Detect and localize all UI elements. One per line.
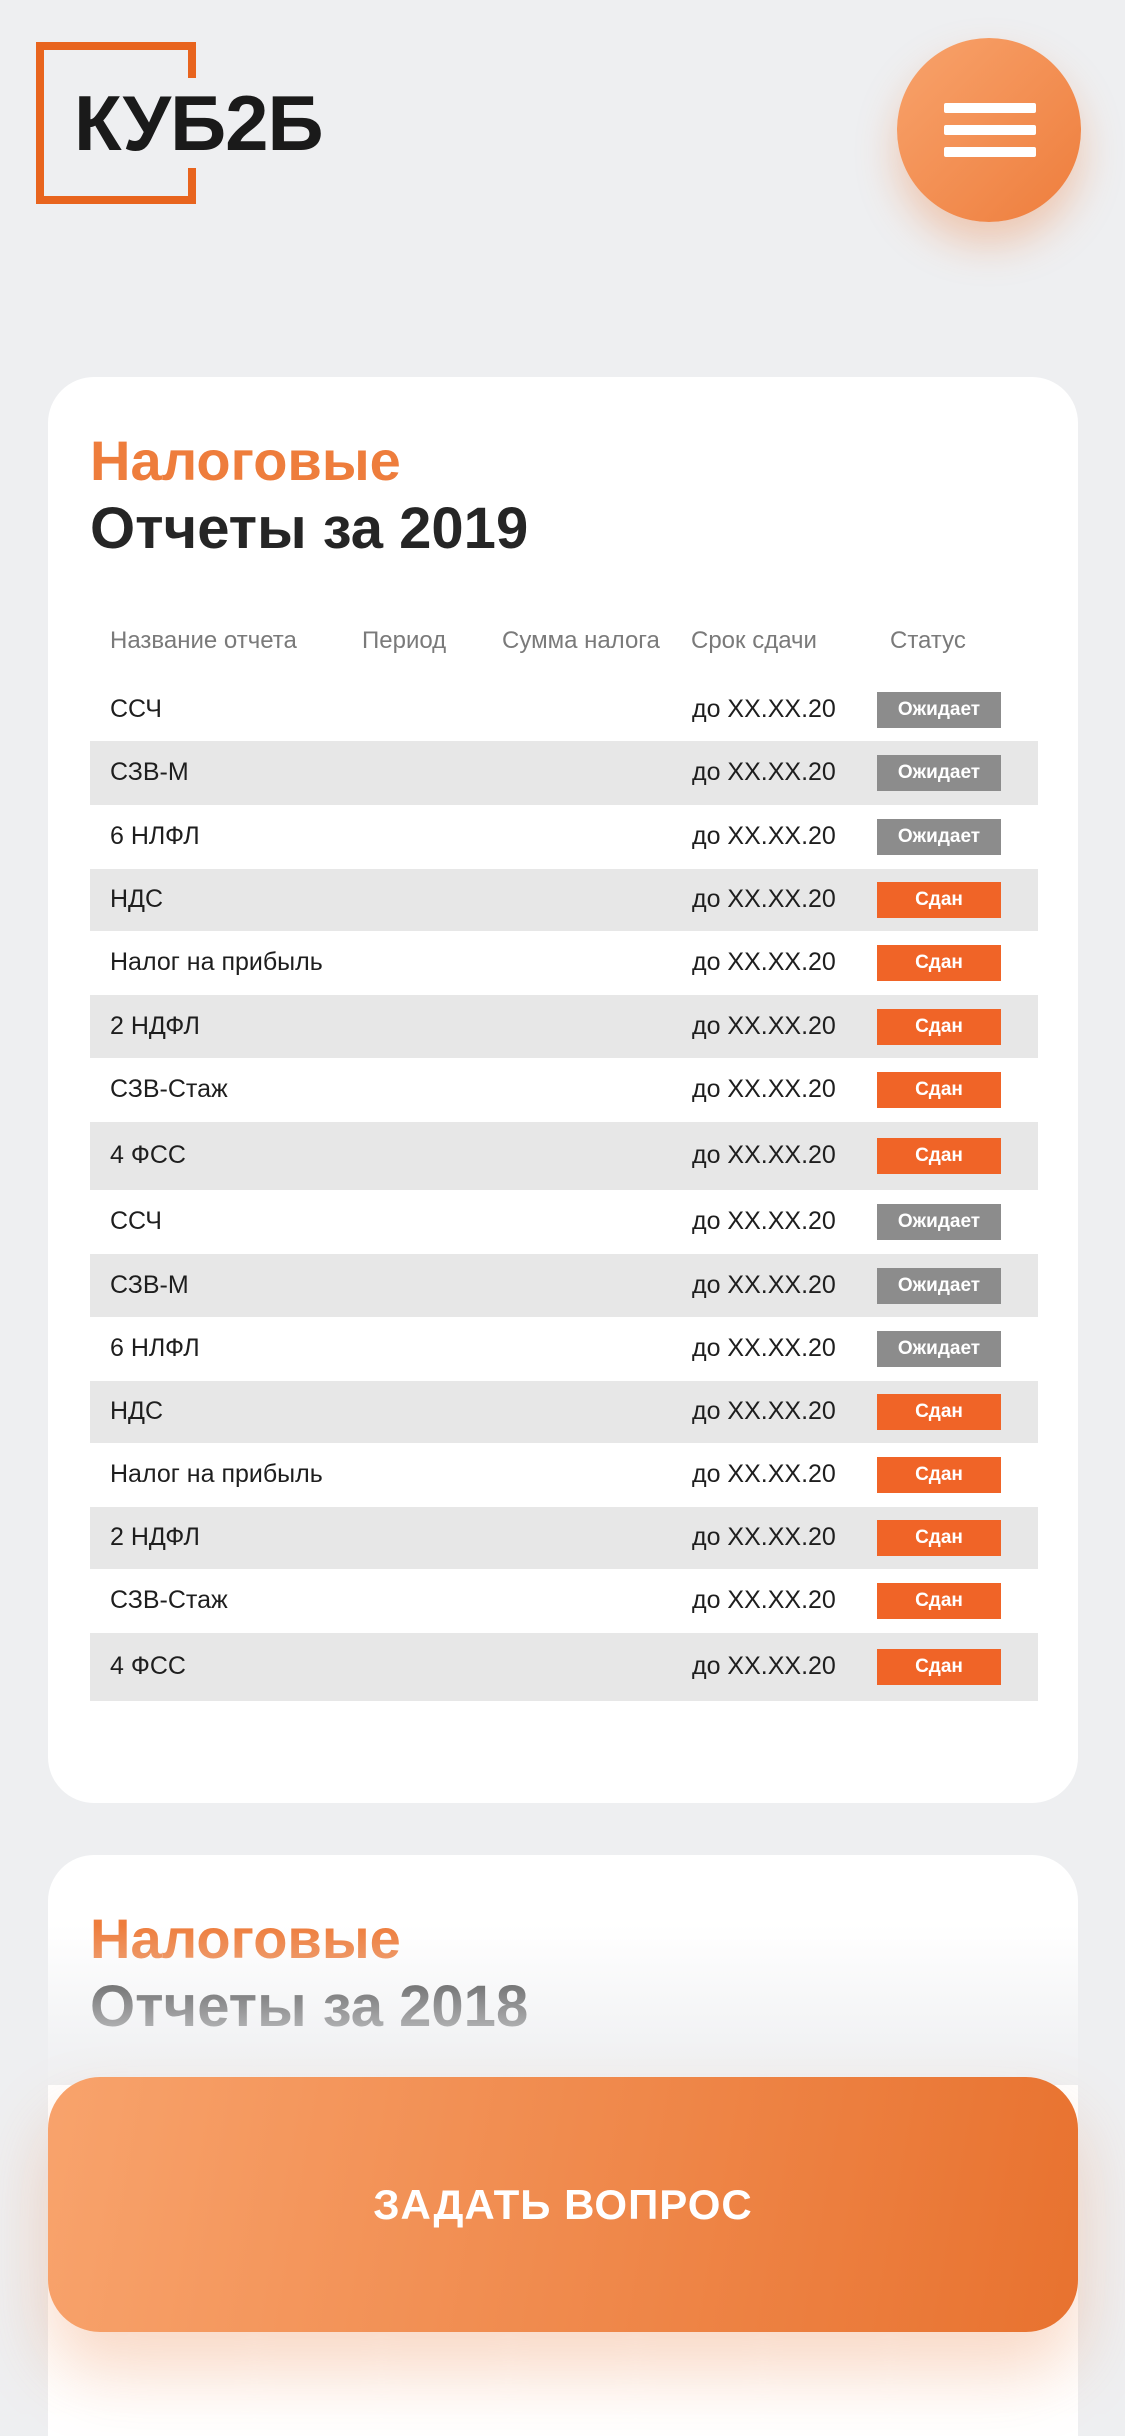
report-deadline: до XX.XX.20: [692, 1075, 836, 1103]
report-name: ССЧ: [110, 695, 162, 723]
status-badge: Ожидает: [877, 755, 1001, 791]
report-name: Налог на прибыль: [110, 1460, 323, 1488]
report-name: 2 НДФЛ: [110, 1523, 200, 1551]
table-row[interactable]: Налог на прибыль до XX.XX.20 Сдан: [90, 1443, 1038, 1507]
report-deadline: до XX.XX.20: [692, 1207, 836, 1235]
hamburger-menu-icon-line: [944, 125, 1036, 135]
status-badge: Сдан: [877, 882, 1001, 918]
table-row[interactable]: НДС до XX.XX.20 Сдан: [90, 869, 1038, 931]
report-name: СЗВ-М: [110, 1271, 189, 1299]
logo[interactable]: КУБ2Б: [36, 42, 327, 204]
hamburger-menu-icon-line: [944, 147, 1036, 157]
report-name: НДС: [110, 1397, 164, 1425]
report-deadline: до XX.XX.20: [692, 1334, 836, 1362]
table-row[interactable]: 2 НДФЛ до XX.XX.20 Сдан: [90, 995, 1038, 1058]
status-badge: Ожидает: [877, 692, 1001, 728]
status-badge: Сдан: [877, 1394, 1001, 1430]
report-name: СЗВ-Стаж: [110, 1586, 228, 1614]
status-badge: Сдан: [877, 945, 1001, 981]
table-row[interactable]: СЗВ-Стаж до XX.XX.20 Сдан: [90, 1569, 1038, 1633]
table-row[interactable]: 6 НЛФЛ до XX.XX.20 Ожидает: [90, 1317, 1038, 1381]
report-name: СЗВ-М: [110, 758, 189, 786]
report-name: 2 НДФЛ: [110, 1012, 200, 1040]
table-row[interactable]: ССЧ до XX.XX.20 Ожидает: [90, 679, 1038, 741]
table-row[interactable]: СЗВ-М до XX.XX.20 Ожидает: [90, 1254, 1038, 1317]
report-deadline: до XX.XX.20: [692, 695, 836, 723]
report-deadline: до XX.XX.20: [692, 1523, 836, 1551]
table-row[interactable]: 2 НДФЛ до XX.XX.20 Сдан: [90, 1507, 1038, 1569]
hamburger-menu-icon: [944, 103, 1036, 113]
status-badge: Сдан: [877, 1009, 1001, 1045]
report-name: Налог на прибыль: [110, 948, 323, 976]
report-name: 6 НЛФЛ: [110, 822, 200, 850]
table-row[interactable]: СЗВ-Стаж до XX.XX.20 Сдан: [90, 1058, 1038, 1122]
report-name: НДС: [110, 885, 164, 913]
report-deadline: до XX.XX.20: [692, 1271, 836, 1299]
reports-table-body: ССЧ до XX.XX.20 Ожидает СЗВ-М до XX.XX.20 Ожи…: [90, 679, 1038, 1701]
report-deadline: до XX.XX.20: [692, 1141, 836, 1169]
card-title-year: Отчеты за 2018: [90, 1974, 529, 2039]
card-title-category: Налоговые: [90, 429, 401, 492]
reports-card-2019: Налоговые Отчеты за 2019 Название отчета…: [48, 377, 1078, 1803]
report-deadline: до XX.XX.20: [692, 1012, 836, 1040]
report-deadline: до XX.XX.20: [692, 1652, 836, 1680]
report-deadline: до XX.XX.20: [692, 1397, 836, 1425]
report-name: ССЧ: [110, 1207, 162, 1235]
status-badge: Сдан: [877, 1649, 1001, 1685]
column-header-tax-sum: Сумма налога: [502, 627, 660, 654]
report-deadline: до XX.XX.20: [692, 758, 836, 786]
status-badge: Ожидает: [877, 1331, 1001, 1367]
report-deadline: до XX.XX.20: [692, 1460, 836, 1488]
ask-question-button[interactable]: ЗАДАТЬ ВОПРОС: [48, 2077, 1078, 2332]
page: КУБ2Б Налоговые Отчеты за 2019 Название …: [0, 0, 1125, 2436]
table-row[interactable]: 4 ФСС до XX.XX.20 Сдан: [90, 1633, 1038, 1701]
table-row[interactable]: Налог на прибыль до XX.XX.20 Сдан: [90, 931, 1038, 995]
table-header: Название отчета Период Сумма налога Срок…: [90, 627, 1038, 663]
status-badge: Сдан: [877, 1138, 1001, 1174]
logo-text: КУБ2Б: [70, 78, 327, 168]
report-name: 6 НЛФЛ: [110, 1334, 200, 1362]
card-title-category: Налоговые: [90, 1907, 401, 1970]
status-badge: Сдан: [877, 1520, 1001, 1556]
table-row[interactable]: 6 НЛФЛ до XX.XX.20 Ожидает: [90, 805, 1038, 869]
status-badge: Ожидает: [877, 1204, 1001, 1240]
table-row[interactable]: НДС до XX.XX.20 Сдан: [90, 1381, 1038, 1443]
card-title-year: Отчеты за 2019: [90, 496, 529, 561]
status-badge: Сдан: [877, 1583, 1001, 1619]
table-row[interactable]: 4 ФСС до XX.XX.20 Сдан: [90, 1122, 1038, 1190]
menu-button[interactable]: [897, 38, 1081, 222]
status-badge: Ожидает: [877, 1268, 1001, 1304]
table-row[interactable]: СЗВ-М до XX.XX.20 Ожидает: [90, 741, 1038, 805]
report-name: 4 ФСС: [110, 1141, 186, 1169]
ask-question-label: ЗАДАТЬ ВОПРОС: [373, 2180, 753, 2228]
column-header-status: Статус: [890, 627, 966, 654]
report-name: СЗВ-Стаж: [110, 1075, 228, 1103]
report-deadline: до XX.XX.20: [692, 822, 836, 850]
table-row[interactable]: ССЧ до XX.XX.20 Ожидает: [90, 1190, 1038, 1254]
column-header-deadline: Срок сдачи: [691, 627, 817, 654]
status-badge: Сдан: [877, 1457, 1001, 1493]
status-badge: Ожидает: [877, 819, 1001, 855]
report-deadline: до XX.XX.20: [692, 1586, 836, 1614]
report-name: 4 ФСС: [110, 1652, 186, 1680]
status-badge: Сдан: [877, 1072, 1001, 1108]
report-deadline: до XX.XX.20: [692, 948, 836, 976]
report-deadline: до XX.XX.20: [692, 885, 836, 913]
column-header-period: Период: [362, 627, 447, 654]
column-header-name: Название отчета: [110, 627, 297, 654]
